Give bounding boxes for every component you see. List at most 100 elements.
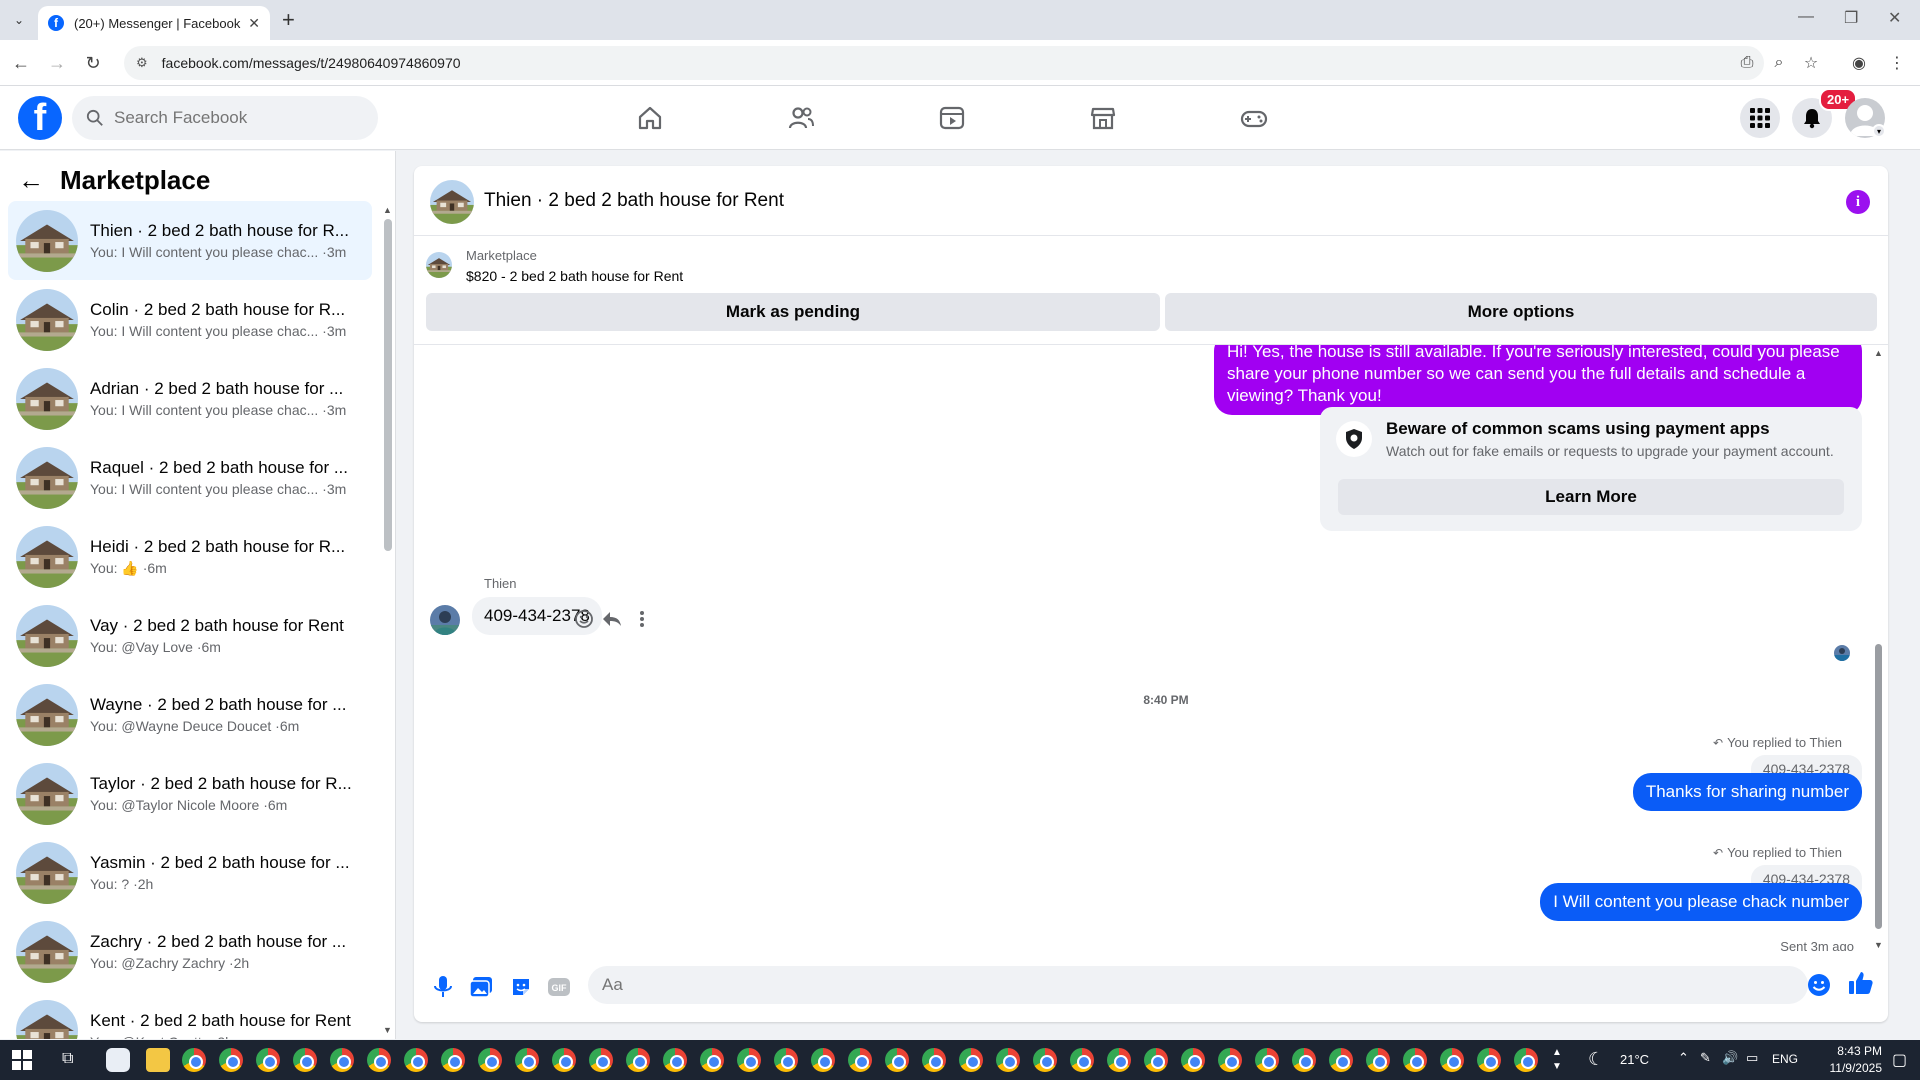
chrome-browser-icon[interactable] bbox=[441, 1048, 465, 1072]
tab-search-icon[interactable]: ⌄ bbox=[6, 8, 32, 32]
profile-icon[interactable]: ◉ bbox=[1846, 50, 1872, 76]
sidebar-scrollbar[interactable] bbox=[384, 219, 392, 551]
conversation-item[interactable]: Raquel · 2 bed 2 bath house for ... You: … bbox=[8, 438, 372, 517]
nav-home-icon[interactable] bbox=[632, 100, 668, 136]
chrome-browser-icon[interactable] bbox=[996, 1048, 1020, 1072]
conversation-item[interactable]: Thien · 2 bed 2 bath house for R... You: … bbox=[8, 201, 372, 280]
volume-icon[interactable]: 🔊 bbox=[1722, 1050, 1738, 1066]
chrome-browser-icon[interactable] bbox=[478, 1048, 502, 1072]
chrome-browser-icon[interactable] bbox=[885, 1048, 909, 1072]
scroll-up-icon[interactable]: ▲ bbox=[383, 205, 392, 215]
tab-close-icon[interactable]: ✕ bbox=[248, 15, 260, 32]
file-explorer-icon[interactable] bbox=[146, 1048, 170, 1072]
chrome-browser-icon[interactable] bbox=[1403, 1048, 1427, 1072]
bookmark-star-icon[interactable]: ☆ bbox=[1798, 50, 1824, 76]
outgoing-message-bubble[interactable]: Hi! Yes, the house is still available. I… bbox=[1214, 345, 1862, 415]
chat-scrollbar[interactable] bbox=[1875, 644, 1882, 929]
conversation-item[interactable]: Taylor · 2 bed 2 bath house for R... You:… bbox=[8, 754, 372, 833]
sender-avatar[interactable] bbox=[430, 605, 460, 635]
learn-more-button[interactable]: Learn More bbox=[1338, 479, 1844, 515]
message-input[interactable] bbox=[588, 966, 1808, 1004]
scroll-down-icon[interactable]: ▼ bbox=[1874, 940, 1883, 950]
clock-time[interactable]: 8:43 PM bbox=[1816, 1044, 1882, 1058]
chrome-browser-icon[interactable] bbox=[922, 1048, 946, 1072]
chrome-browser-icon[interactable] bbox=[330, 1048, 354, 1072]
install-app-icon[interactable]: ⎙ bbox=[1734, 50, 1760, 76]
outgoing-reply-bubble[interactable]: I Will content you please chack number bbox=[1540, 883, 1862, 921]
reload-icon[interactable]: ↻ bbox=[80, 50, 106, 76]
chrome-browser-icon[interactable] bbox=[1329, 1048, 1353, 1072]
menu-kebab-icon[interactable]: ⋮ bbox=[1884, 50, 1910, 76]
conversation-item[interactable]: Kent · 2 bed 2 bath house for Rent You: @… bbox=[8, 991, 372, 1039]
conversation-item[interactable]: Colin · 2 bed 2 bath house for R... You: … bbox=[8, 280, 372, 359]
chrome-browser-icon[interactable] bbox=[959, 1048, 983, 1072]
nav-video-icon[interactable] bbox=[934, 100, 970, 136]
chrome-browser-icon[interactable] bbox=[404, 1048, 428, 1072]
conversation-item[interactable]: Zachry · 2 bed 2 bath house for ... You: … bbox=[8, 912, 372, 991]
back-icon[interactable]: ← bbox=[8, 50, 34, 76]
facebook-search[interactable] bbox=[72, 96, 378, 140]
sticker-icon[interactable] bbox=[506, 972, 536, 1002]
zoom-icon[interactable]: ⌕ bbox=[1766, 50, 1792, 76]
listing-price[interactable]: $820 - 2 bed 2 bath house for Rent bbox=[466, 268, 683, 284]
chrome-browser-icon[interactable] bbox=[1255, 1048, 1279, 1072]
chrome-browser-icon[interactable] bbox=[1218, 1048, 1242, 1072]
chrome-browser-icon[interactable] bbox=[515, 1048, 539, 1072]
react-emoji-icon[interactable] bbox=[572, 607, 596, 631]
chevron-down-icon[interactable]: ▾ bbox=[1872, 124, 1886, 138]
tray-overflow-icon[interactable]: ⌃ bbox=[1678, 1050, 1689, 1066]
photo-icon[interactable] bbox=[466, 972, 496, 1002]
language-indicator[interactable]: ENG bbox=[1772, 1052, 1798, 1066]
taskbar-scroll-icon[interactable]: ▲ ▼ bbox=[1552, 1046, 1562, 1074]
chrome-browser-icon[interactable] bbox=[1144, 1048, 1168, 1072]
chrome-browser-icon[interactable] bbox=[293, 1048, 317, 1072]
more-actions-icon[interactable] bbox=[630, 607, 654, 631]
pen-icon[interactable]: ✎ bbox=[1700, 1050, 1711, 1066]
notification-center-icon[interactable]: ▢ bbox=[1892, 1050, 1907, 1070]
chrome-browser-icon[interactable] bbox=[663, 1048, 687, 1072]
reply-icon[interactable] bbox=[600, 607, 624, 631]
gif-icon[interactable]: GIF bbox=[544, 972, 574, 1002]
listing-thumbnail[interactable] bbox=[426, 252, 452, 278]
chrome-browser-icon[interactable] bbox=[1292, 1048, 1316, 1072]
chrome-browser-icon[interactable] bbox=[626, 1048, 650, 1072]
chrome-browser-icon[interactable] bbox=[700, 1048, 724, 1072]
outgoing-reply-bubble[interactable]: Thanks for sharing number bbox=[1632, 773, 1862, 811]
windows-start-icon[interactable] bbox=[12, 1050, 32, 1070]
like-thumb-icon[interactable] bbox=[1846, 968, 1876, 998]
address-bar[interactable]: ⚙ facebook.com/messages/t/24980640974860… bbox=[124, 46, 1764, 80]
emoji-icon[interactable] bbox=[1804, 970, 1834, 1000]
chrome-browser-icon[interactable] bbox=[182, 1048, 206, 1072]
conversation-item[interactable]: Wayne · 2 bed 2 bath house for ... You: @… bbox=[8, 675, 372, 754]
chrome-browser-icon[interactable] bbox=[811, 1048, 835, 1072]
window-close-icon[interactable]: ✕ bbox=[1888, 8, 1901, 28]
site-settings-icon[interactable]: ⚙ bbox=[136, 55, 148, 71]
chrome-browser-icon[interactable] bbox=[1366, 1048, 1390, 1072]
chrome-browser-icon[interactable] bbox=[1440, 1048, 1464, 1072]
scroll-down-icon[interactable]: ▼ bbox=[383, 1025, 392, 1035]
chrome-browser-icon[interactable] bbox=[737, 1048, 761, 1072]
info-icon[interactable]: i bbox=[1846, 190, 1870, 214]
conversation-item[interactable]: Adrian · 2 bed 2 bath house for ... You: … bbox=[8, 359, 372, 438]
back-arrow-icon[interactable]: ← bbox=[18, 165, 44, 196]
network-icon[interactable]: ▭ bbox=[1746, 1050, 1758, 1066]
menu-grid-icon[interactable] bbox=[1740, 98, 1780, 138]
chrome-browser-icon[interactable] bbox=[1070, 1048, 1094, 1072]
nav-gaming-icon[interactable] bbox=[1236, 100, 1272, 136]
chrome-browser-icon[interactable] bbox=[848, 1048, 872, 1072]
forward-icon[interactable]: → bbox=[44, 50, 70, 76]
chat-title[interactable]: Thien · 2 bed 2 bath house for Rent bbox=[484, 190, 784, 212]
chrome-browser-icon[interactable] bbox=[367, 1048, 391, 1072]
minimize-icon[interactable]: — bbox=[1798, 8, 1814, 26]
chrome-browser-icon[interactable] bbox=[1181, 1048, 1205, 1072]
microphone-icon[interactable] bbox=[428, 972, 458, 1002]
chrome-browser-icon[interactable] bbox=[1477, 1048, 1501, 1072]
scroll-up-icon[interactable]: ▲ bbox=[1874, 348, 1883, 358]
browser-tab-messenger[interactable]: f (20+) Messenger | Facebook ✕ bbox=[38, 6, 270, 40]
chrome-browser-icon[interactable] bbox=[1514, 1048, 1538, 1072]
chrome-browser-icon[interactable] bbox=[219, 1048, 243, 1072]
chrome-browser-icon[interactable] bbox=[1033, 1048, 1057, 1072]
clock-date[interactable]: 11/9/2025 bbox=[1816, 1061, 1883, 1075]
chat-listing-thumbnail[interactable] bbox=[430, 180, 474, 224]
new-tab-icon[interactable]: + bbox=[282, 8, 295, 32]
